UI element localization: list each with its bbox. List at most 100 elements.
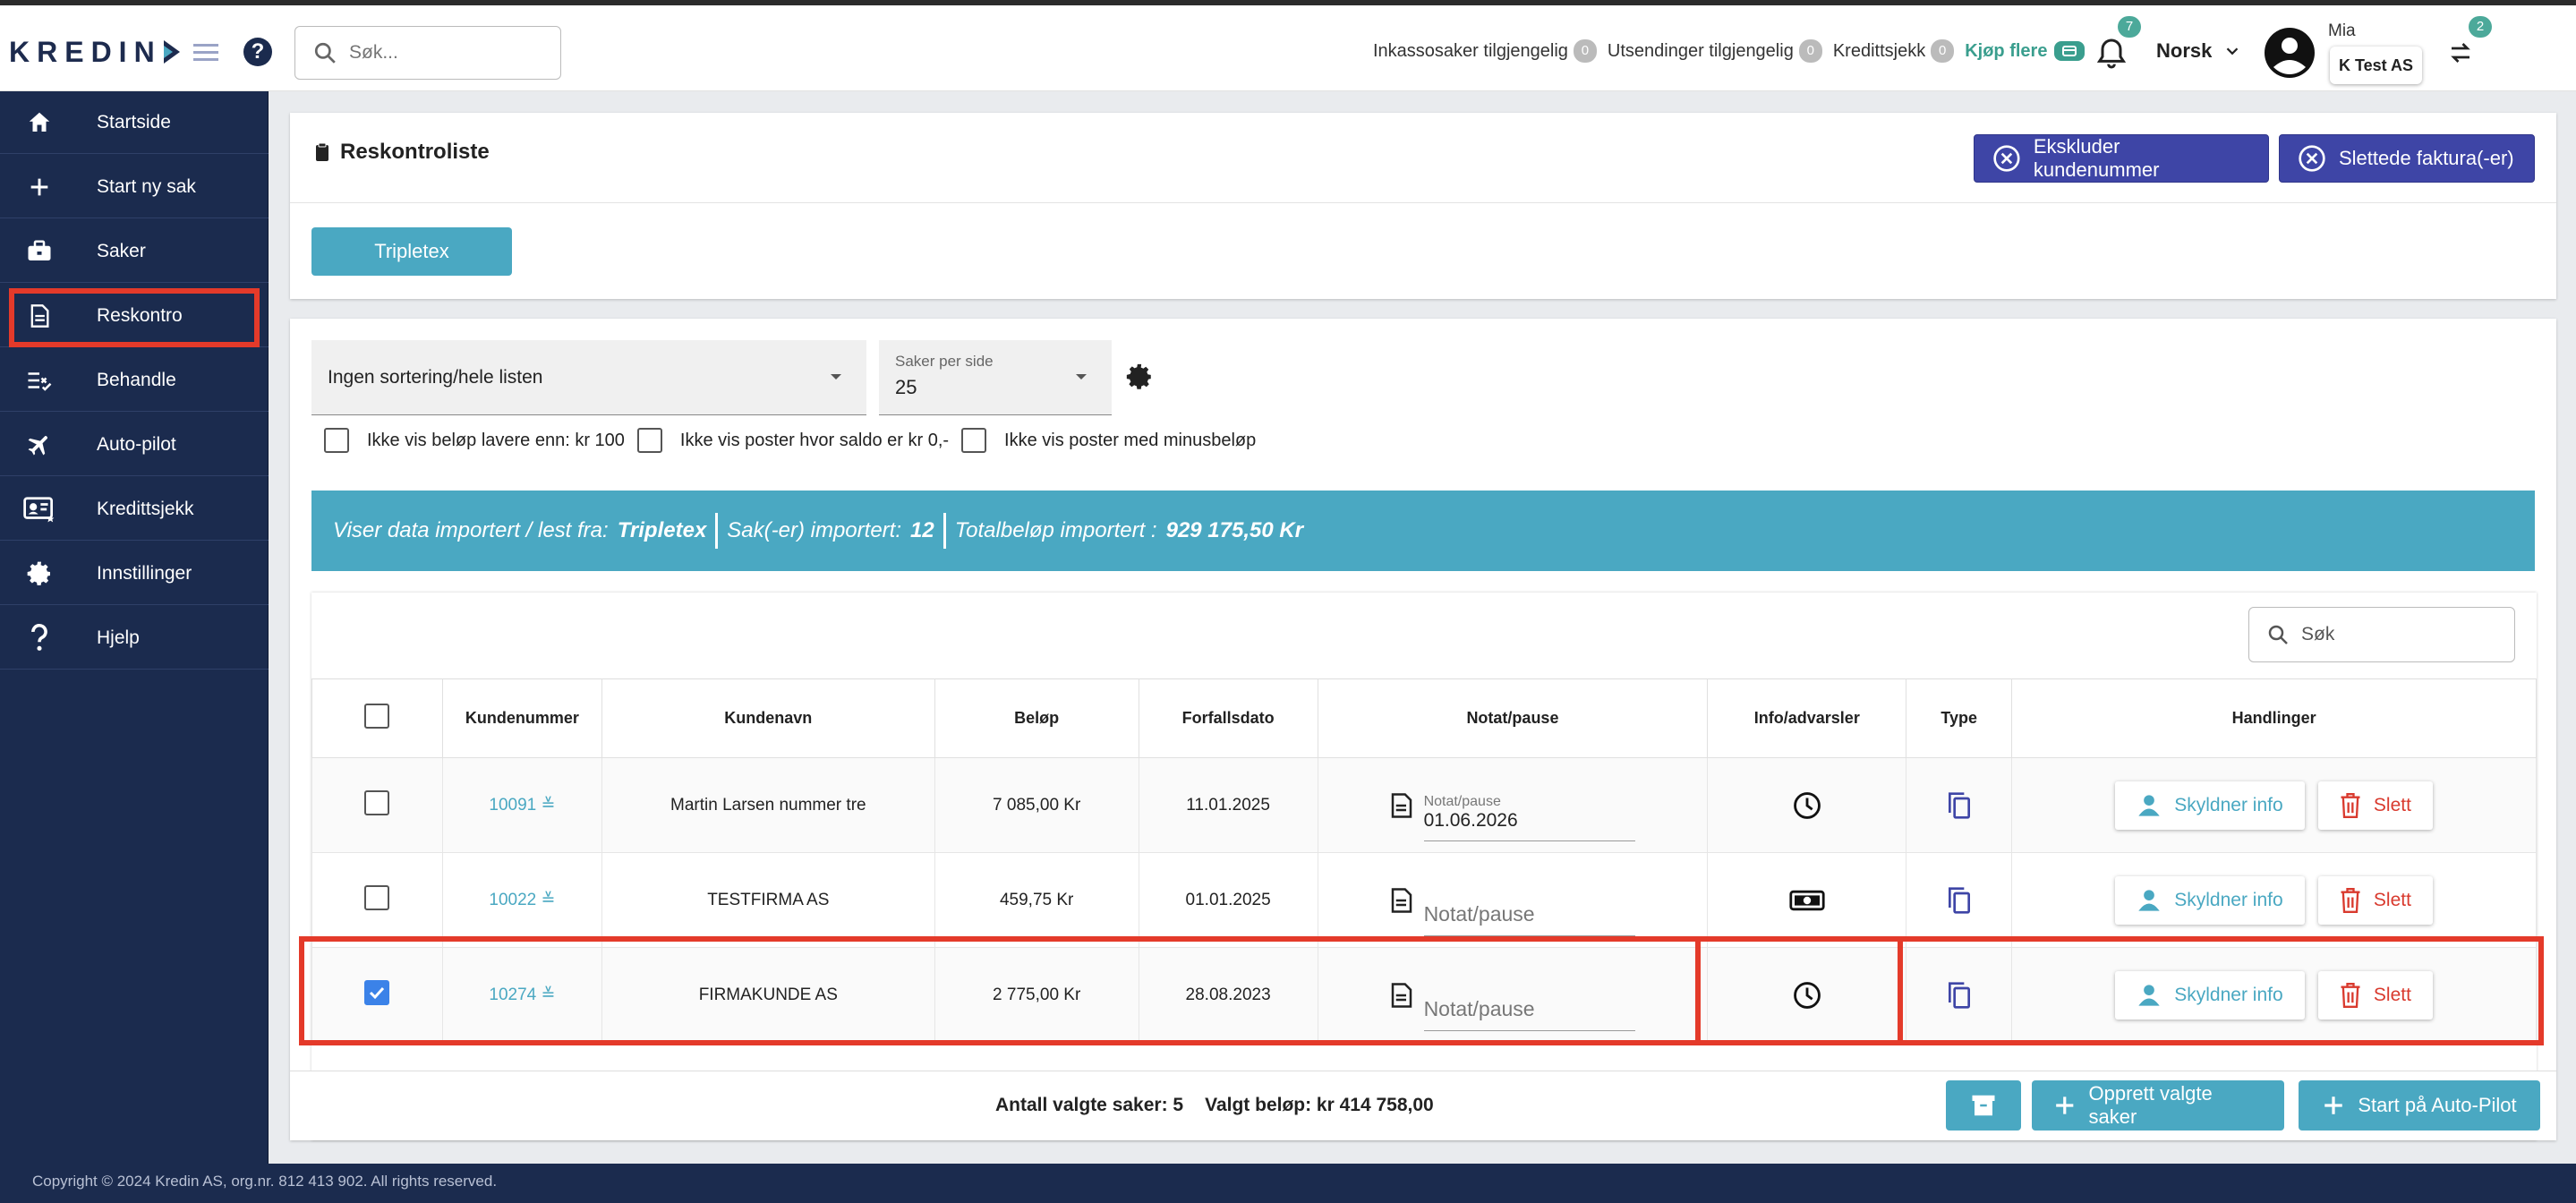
- checkbox[interactable]: [961, 428, 987, 453]
- airplane-icon: [21, 431, 57, 458]
- question-icon: [21, 623, 57, 653]
- sidebar-item-auto-pilot[interactable]: Auto-pilot: [0, 414, 269, 476]
- expand-chevron-icon[interactable]: ≚: [542, 891, 556, 909]
- page-title: Reskontroliste: [315, 140, 490, 165]
- sidebar-item-behandle[interactable]: Behandle: [0, 349, 269, 412]
- exclude-customer-button[interactable]: Ekskluder kundenummer: [1974, 134, 2269, 183]
- money-icon[interactable]: [1789, 888, 1825, 913]
- sidebar-item-start-ny-sak[interactable]: Start ny sak: [0, 156, 269, 218]
- note-field[interactable]: Notat/pause 01.06.2026: [1423, 794, 1635, 841]
- belop-cell: 459,75 Kr: [934, 852, 1139, 948]
- counter-utsendinger: Utsendinger tilgjengelig 0: [1608, 39, 1822, 63]
- table-row: 10022 ≚ TESTFIRMA AS 459,75 Kr 01.01.202…: [311, 852, 2537, 948]
- checklist-icon: [21, 367, 57, 394]
- archive-icon: [1972, 1095, 1995, 1116]
- debtor-info-button[interactable]: Skyldner info: [2115, 875, 2305, 925]
- counter-inkasso: Inkassosaker tilgjengelig 0: [1373, 39, 1597, 63]
- copy-icon[interactable]: [1947, 791, 1972, 820]
- logo-arrow-icon: [163, 40, 180, 64]
- create-selected-cases-button[interactable]: Opprett valgte saker: [2032, 1080, 2284, 1130]
- note-field[interactable]: Notat/pause: [1423, 902, 1635, 936]
- close-circle-icon: [2299, 145, 2325, 172]
- top-search-input[interactable]: [349, 42, 528, 64]
- delete-button[interactable]: Slett: [2317, 875, 2433, 925]
- close-circle-icon: [1993, 145, 2020, 172]
- row-checkbox[interactable]: [364, 789, 390, 815]
- search-icon: [314, 42, 336, 64]
- trash-icon: [2341, 887, 2360, 913]
- sidebar-item-startside[interactable]: Startside: [0, 91, 269, 154]
- sidebar-item-kredittsjekk[interactable]: Kredittsjekk: [0, 478, 269, 541]
- switch-company-icon[interactable]: [2447, 39, 2474, 66]
- kundenummer-cell[interactable]: 10022 ≚: [441, 852, 602, 948]
- deleted-invoices-button[interactable]: Slettede faktura(-er): [2279, 134, 2535, 183]
- import-info-banner: Viser data importert / lest fra: Triplete…: [311, 491, 2535, 571]
- language-select[interactable]: Norsk: [2156, 39, 2242, 63]
- count-badge: 0: [1798, 39, 1822, 63]
- copyright-text: Copyright © 2024 Kredin AS, org.nr. 812 …: [32, 1173, 498, 1190]
- clock-icon[interactable]: [1792, 790, 1822, 821]
- notification-bell-icon[interactable]: [2094, 36, 2129, 72]
- company-chip[interactable]: K Test AS: [2330, 47, 2423, 84]
- id-card-icon: [21, 496, 57, 523]
- header-belop[interactable]: Beløp: [934, 678, 1139, 758]
- kundenummer-cell[interactable]: 10091 ≚: [441, 757, 602, 853]
- row-checkbox[interactable]: [364, 884, 390, 910]
- top-bar: KREDIN ? Inkassosaker tilgjengelig0 Utse…: [0, 0, 2576, 91]
- page-header-card: Reskontroliste Ekskluder kundenummer Sle…: [290, 113, 2556, 299]
- reskontro-table: Søk Kundenummer Kundenavn Beløp Forfalls…: [311, 593, 2537, 1140]
- menu-toggle-icon[interactable]: [192, 39, 222, 64]
- top-search-box[interactable]: [294, 26, 561, 80]
- availability-counters: Inkassosaker tilgjengelig 0 Utsendinger t…: [1373, 39, 2086, 63]
- filter-zero-balance[interactable]: Ikke vis poster hvor saldo er kr 0,-: [636, 428, 949, 453]
- chevron-down-icon: [2227, 47, 2239, 55]
- debtor-info-button[interactable]: Skyldner info: [2115, 781, 2305, 830]
- kredin-logo[interactable]: KREDIN: [9, 32, 182, 72]
- selection-summary: Antall valgte saker: 5 Valgt beløp: kr 41…: [995, 1095, 1434, 1115]
- info-cell: [1707, 852, 1907, 948]
- sidebar-item-innstillinger[interactable]: Innstillinger: [0, 542, 269, 605]
- delete-button[interactable]: Slett: [2317, 781, 2433, 830]
- per-page-select[interactable]: Saker per side 25: [879, 340, 1112, 415]
- tripletex-source-button[interactable]: Tripletex: [311, 227, 512, 276]
- belop-cell: 7 085,00 Kr: [934, 757, 1139, 853]
- type-cell: [1906, 757, 2013, 853]
- sidebar-item-saker[interactable]: Saker: [0, 220, 269, 283]
- filter-row: Ikke vis beløp lavere enn: kr 100 Ikke v…: [324, 428, 1268, 453]
- briefcase-icon: [21, 238, 57, 265]
- select-all-cell: [311, 678, 443, 758]
- dropdown-arrow-icon: [831, 374, 841, 380]
- separator: [715, 513, 719, 549]
- table-search-box[interactable]: Søk: [2248, 607, 2515, 662]
- sidebar-item-hjelp[interactable]: Hjelp: [0, 607, 269, 670]
- user-name: Mia: [2328, 21, 2356, 40]
- checkbox[interactable]: [324, 428, 349, 453]
- start-autopilot-button[interactable]: Start på Auto-Pilot: [2299, 1080, 2540, 1130]
- copy-icon[interactable]: [1947, 886, 1972, 915]
- buy-more-link[interactable]: Kjøp flere: [1965, 41, 2086, 62]
- selected-row-highlight-box: [299, 936, 2544, 1045]
- checkbox[interactable]: [636, 428, 662, 453]
- kundenavn-cell: Martin Larsen nummer tre: [601, 757, 935, 853]
- filter-negative-amount[interactable]: Ikke vis poster med minusbeløp: [961, 428, 1256, 453]
- header-handlinger: Handlinger: [2011, 678, 2537, 758]
- wallet-icon: [2054, 41, 2086, 61]
- sort-select[interactable]: Ingen sortering/hele listen: [311, 340, 866, 415]
- person-icon: [2138, 794, 2160, 816]
- header-kundenummer[interactable]: Kundenummer: [441, 678, 602, 758]
- filter-min-amount[interactable]: Ikke vis beløp lavere enn: kr 100: [324, 428, 625, 453]
- header-kundenavn[interactable]: Kundenavn: [601, 678, 935, 758]
- select-all-checkbox[interactable]: [364, 704, 390, 729]
- header-type: Type: [1906, 678, 2013, 758]
- settings-gear-icon[interactable]: [1124, 362, 1155, 392]
- note-icon: [1391, 888, 1412, 913]
- help-icon[interactable]: ?: [243, 38, 272, 66]
- plus-icon: [21, 175, 57, 200]
- expand-chevron-icon[interactable]: ≚: [542, 796, 556, 815]
- user-avatar-icon[interactable]: [2265, 28, 2315, 78]
- header-notat: Notat/pause: [1317, 678, 1709, 758]
- archive-button[interactable]: [1946, 1080, 2021, 1130]
- note-cell: Notat/pause: [1317, 852, 1709, 948]
- info-cell: [1707, 757, 1907, 853]
- header-forfallsdato[interactable]: Forfallsdato: [1138, 678, 1318, 758]
